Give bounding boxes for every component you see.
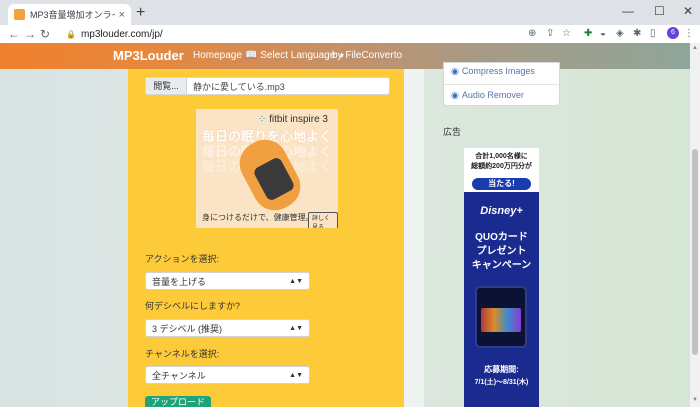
- period-dates: 7/1(土)〜8/31(木): [474, 379, 529, 386]
- sidebar-item-compress-images[interactable]: ◉ Compress Images: [451, 66, 535, 77]
- extension-icon[interactable]: ◈: [616, 27, 624, 41]
- decibel-select-value: 3 デシベル (推奨): [152, 323, 223, 334]
- new-tab-icon[interactable]: +: [136, 5, 145, 21]
- tab-close-icon[interactable]: ×: [119, 9, 125, 21]
- quo-line: QUOカード: [475, 232, 528, 243]
- puzzle-icon[interactable]: ✱: [633, 27, 641, 41]
- select-arrows-icon: ▲▼: [289, 371, 303, 379]
- kebab-menu-icon[interactable]: ⋮: [684, 27, 694, 41]
- nav-select-language[interactable]: 📖 Select Language ▼: [245, 50, 345, 61]
- action-select-value: 音量を上げる: [152, 276, 207, 287]
- site-navbar: MP3Louder Homepage 📖 Select Language ▼ by…: [0, 43, 690, 69]
- page-viewport: MP3Louder Homepage 📖 Select Language ▼ by…: [0, 43, 690, 407]
- channel-select-value: 全チャンネル: [152, 370, 206, 381]
- globe-icon: ◉: [451, 66, 459, 76]
- fitbit-logo-icon: ⁘: [257, 114, 270, 125]
- phone-image: [475, 286, 527, 348]
- nav-fileconverto[interactable]: by FileConverto: [332, 50, 402, 61]
- nav-select-language-label: Select Language: [260, 50, 336, 61]
- browser-tab[interactable]: MP3音量増加オンライン, オンライン… ×: [8, 4, 131, 25]
- forward-icon[interactable]: →: [24, 26, 36, 42]
- channel-select[interactable]: 全チャンネル ▲▼: [145, 366, 310, 384]
- disney-plus-logo: Disney+: [480, 205, 523, 217]
- address-bar[interactable]: 🔒 mp3louder.com/jp/: [58, 26, 524, 42]
- file-picker[interactable]: 閲覧... 静かに愛している.mp3: [145, 77, 390, 95]
- ad-cta-button[interactable]: 詳しく見る: [308, 212, 338, 228]
- divider: [444, 84, 559, 85]
- browse-button[interactable]: 閲覧...: [146, 78, 187, 94]
- fitbit-ad[interactable]: ⁘ fitbit inspire 3 毎日の眠りを心地よく 毎日の眠りを心地よく…: [196, 109, 338, 228]
- ad-top-banner: 合計1,000名様に 総額約200万円分が 当たる!: [464, 148, 539, 192]
- selected-file-name: 静かに愛している.mp3: [193, 81, 285, 92]
- tab-title: MP3音量増加オンライン, オンライン…: [30, 10, 115, 20]
- ad-line-2: 総額約200万円分が: [471, 163, 532, 170]
- browser-toolbar: ← → ↻ 🔒 mp3louder.com/jp/ ⊕ ⇪ ☆ ✚ ◒ ◈ ✱ …: [0, 25, 700, 43]
- sidebar-tools: ◉ Compress Images ◉ Audio Remover: [443, 62, 560, 106]
- ad-brand: ⁘ fitbit inspire 3: [258, 114, 328, 125]
- upload-button[interactable]: アップロード: [145, 396, 211, 407]
- sidepanel-icon[interactable]: ▯: [650, 27, 656, 41]
- reload-icon[interactable]: ↻: [40, 26, 50, 42]
- column-gutter: [404, 69, 424, 407]
- tab-strip: MP3音量増加オンライン, オンライン… × + — ☐ ✕: [0, 0, 700, 25]
- maximize-icon[interactable]: ☐: [654, 4, 665, 18]
- sidebar-item-label: Compress Images: [461, 66, 535, 76]
- url-text: mp3louder.com/jp/: [80, 28, 163, 40]
- ad-line-1: 合計1,000名様に: [475, 153, 528, 160]
- decibel-label: 何デシベルにしますか?: [145, 301, 241, 311]
- sidebar-item-audio-remover[interactable]: ◉ Audio Remover: [451, 90, 524, 101]
- ad-line-3: 当たる!: [472, 178, 531, 190]
- globe-icon: ◉: [451, 90, 459, 100]
- ad-subline: 身につけるだけで、健康管理。: [202, 213, 314, 222]
- nav-homepage[interactable]: Homepage: [193, 50, 242, 61]
- back-icon[interactable]: ←: [8, 26, 20, 42]
- scrollbar-thumb[interactable]: [692, 149, 698, 355]
- action-label: アクションを選択:: [145, 254, 220, 264]
- sidebar-item-label: Audio Remover: [461, 90, 524, 100]
- page-scrollbar[interactable]: ▲ ▼: [690, 43, 700, 407]
- quo-campaign-title: QUOカード プレゼント キャンペーン: [464, 231, 539, 273]
- movie-tiles-image: [481, 308, 521, 332]
- extension-icon[interactable]: ✚: [584, 27, 592, 41]
- profile-avatar[interactable]: 6: [667, 27, 679, 39]
- channel-label: チャンネルを選択:: [145, 349, 220, 359]
- close-icon[interactable]: ✕: [683, 4, 693, 18]
- zoom-icon[interactable]: ⊕: [528, 27, 536, 41]
- select-arrows-icon: ▲▼: [289, 324, 303, 332]
- share-icon[interactable]: ⇪: [546, 27, 554, 41]
- quo-line: プレゼント: [476, 246, 527, 257]
- decibel-select[interactable]: 3 デシベル (推奨) ▲▼: [145, 319, 310, 337]
- select-arrows-icon: ▲▼: [289, 277, 303, 285]
- extension-icon[interactable]: ◒: [600, 27, 606, 41]
- minimize-icon[interactable]: —: [622, 4, 634, 18]
- scroll-up-icon[interactable]: ▲: [692, 45, 698, 51]
- action-select[interactable]: 音量を上げる ▲▼: [145, 272, 310, 290]
- ad-brand-text: fitbit inspire 3: [269, 114, 328, 125]
- bookmark-star-icon[interactable]: ☆: [562, 27, 571, 41]
- period-title: 応募期間:: [484, 365, 519, 374]
- campaign-period: 応募期間: 7/1(土)〜8/31(木): [464, 363, 539, 389]
- site-brand[interactable]: MP3Louder: [113, 48, 184, 63]
- scroll-down-icon[interactable]: ▼: [692, 397, 698, 403]
- quo-line: キャンペーン: [471, 260, 532, 271]
- site-favicon-icon: [14, 9, 25, 20]
- ad-label: 広告: [443, 127, 462, 137]
- disney-quo-ad[interactable]: 合計1,000名様に 総額約200万円分が 当たる! Disney+ QUOカー…: [464, 148, 539, 407]
- lock-icon[interactable]: 🔒: [66, 30, 76, 39]
